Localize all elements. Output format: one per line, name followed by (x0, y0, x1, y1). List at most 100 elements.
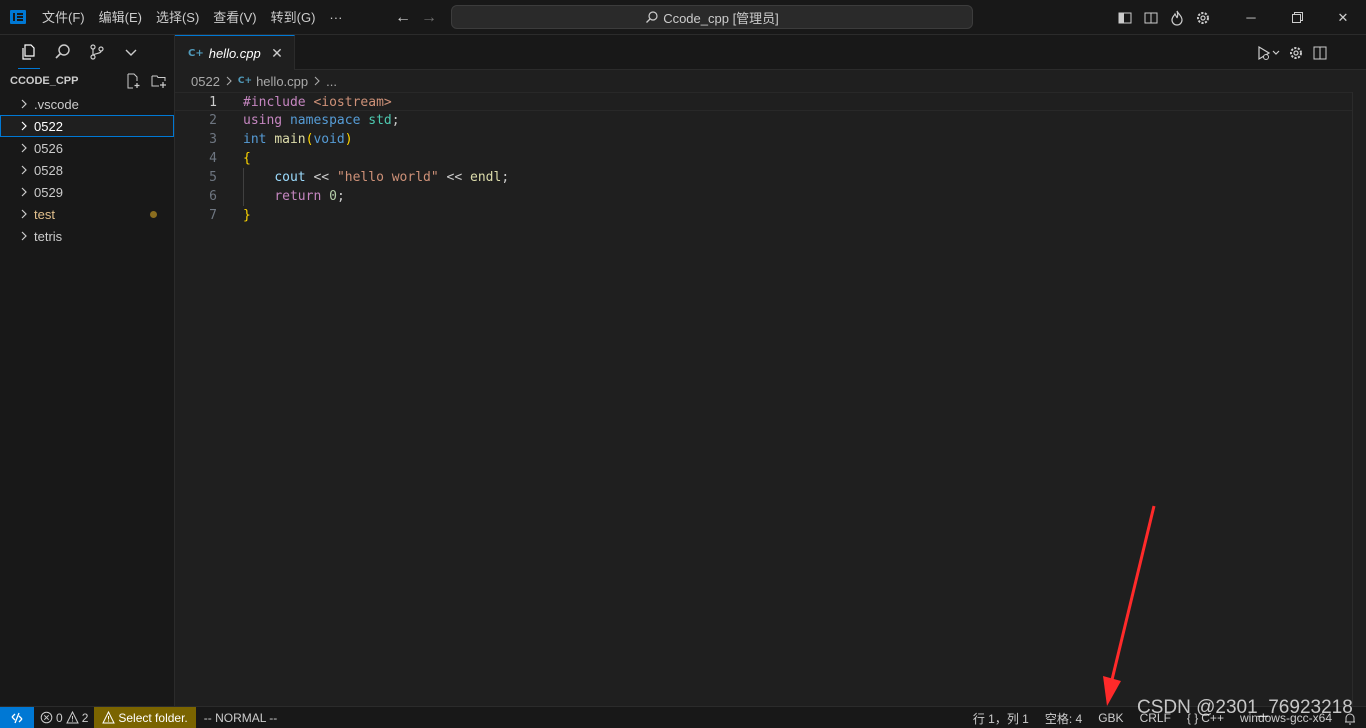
menu-edit[interactable]: 编辑(E) (92, 0, 149, 35)
modified-dot-icon (150, 211, 157, 218)
breadcrumb-symbol[interactable]: ... (326, 74, 337, 89)
tree-item-label: tetris (34, 228, 63, 244)
tree-folder-0528[interactable]: 0528 (0, 159, 174, 181)
encoding-selector[interactable]: GBK (1090, 707, 1131, 728)
code-line: 4 { (175, 149, 1352, 168)
chevron-right-icon (16, 99, 32, 109)
token: } (243, 208, 251, 223)
chevron-right-icon (16, 209, 32, 219)
line-number: 2 (209, 113, 217, 128)
navigation-arrows: ← → (393, 0, 439, 35)
restore-icon[interactable] (1274, 0, 1320, 35)
code-line: 3 int main(void) (175, 130, 1352, 149)
cursor-position[interactable]: 行 1，列 1 (965, 707, 1037, 728)
tab-hello-cpp[interactable]: C+ hello.cpp ✕ (175, 35, 295, 70)
indentation[interactable]: 空格: 4 (1037, 707, 1090, 728)
forward-arrow-icon[interactable]: → (419, 9, 439, 27)
tree-folder-0526[interactable]: 0526 (0, 137, 174, 159)
warning-icon (102, 711, 116, 724)
code-line: 2 using namespace std; (175, 111, 1352, 130)
code-text: cout << "hello world" << endl; (243, 168, 509, 187)
tree-folder-0529[interactable]: 0529 (0, 181, 174, 203)
annotation-arrow-icon (1103, 505, 1156, 706)
workspace-title[interactable]: CCODE_CPP (10, 75, 78, 87)
close-icon[interactable]: ✕ (269, 45, 285, 61)
breadcrumb-file[interactable]: hello.cpp (256, 74, 308, 89)
command-center[interactable]: Ccode_cpp [管理员] (451, 5, 973, 29)
new-folder-icon[interactable] (148, 70, 170, 92)
search-icon[interactable] (52, 35, 74, 69)
chevron-right-icon (16, 121, 32, 131)
problems-indicator[interactable]: 0 2 (34, 707, 94, 728)
breadcrumb-folder[interactable]: 0522 (191, 74, 220, 89)
menu-selection[interactable]: 选择(S) (149, 0, 206, 35)
minimize-icon[interactable]: ─ (1228, 0, 1274, 35)
settings-gear-icon[interactable] (1190, 0, 1216, 35)
token: namespace (289, 113, 361, 128)
breadcrumb: 0522 C+ hello.cpp ... (175, 70, 1366, 92)
vim-mode: -- NORMAL -- (203, 710, 278, 725)
tab-label: hello.cpp (208, 45, 261, 61)
menu-view[interactable]: 查看(V) (206, 0, 263, 35)
token: void (313, 132, 345, 147)
code-text: #include <iostream> (243, 93, 392, 112)
chevron-right-icon (224, 76, 234, 86)
code-text: { (243, 149, 251, 168)
code-text: } (243, 206, 251, 225)
run-debug-icon[interactable] (1256, 42, 1280, 64)
chevron-down-icon[interactable] (120, 35, 142, 69)
token: using (243, 113, 283, 128)
tree-folder-test[interactable]: test (0, 203, 174, 225)
select-folder-button[interactable]: Select folder. (94, 706, 196, 728)
close-window-icon[interactable]: ✕ (1320, 0, 1366, 35)
explorer-files-icon[interactable] (18, 35, 40, 69)
code-editor[interactable]: 1 #include <iostream> 2 using namespace … (175, 92, 1366, 706)
watermark: CSDN @2301_76923218 (1137, 697, 1353, 718)
code-text: return 0; (243, 187, 345, 206)
token: ) (344, 132, 353, 147)
toggle-panel-icon[interactable] (1138, 0, 1164, 35)
flame-icon[interactable] (1164, 0, 1190, 35)
search-icon (646, 11, 658, 23)
source-control-icon[interactable] (86, 35, 108, 69)
explorer-sidebar: CCODE_CPP .vscode 0522 0526 0528 0529 te… (0, 35, 175, 706)
tree-item-label: test (34, 206, 55, 222)
code-line: 5 cout << "hello world" << endl; (175, 168, 1352, 187)
warning-icon (65, 711, 79, 724)
new-file-icon[interactable] (122, 70, 144, 92)
error-icon (40, 711, 53, 724)
activity-bar (0, 35, 174, 69)
code-text: using namespace std; (243, 111, 400, 130)
vertical-scrollbar[interactable] (1352, 92, 1366, 706)
menu-go[interactable]: 转到(G) (264, 0, 323, 35)
cpp-file-icon: C+ (237, 76, 253, 86)
token: 0 (329, 189, 337, 204)
split-editor-icon[interactable] (1312, 42, 1328, 64)
tree-folder-vscode[interactable]: .vscode (0, 93, 174, 115)
toggle-primary-sidebar-icon[interactable] (1112, 0, 1138, 35)
token: << (305, 170, 337, 185)
line-number: 6 (209, 189, 217, 204)
tree-folder-0522[interactable]: 0522 (0, 115, 174, 137)
explorer-header: CCODE_CPP (0, 69, 174, 93)
chevron-right-icon (16, 143, 32, 153)
back-arrow-icon[interactable]: ← (393, 9, 413, 27)
menu-file[interactable]: 文件(F) (35, 0, 92, 35)
token: cout (274, 170, 306, 185)
tree-item-label: .vscode (34, 96, 79, 112)
menu-more[interactable]: ··· (322, 0, 349, 35)
line-number: 5 (209, 170, 217, 185)
code-text: int main(void) (243, 130, 353, 149)
settings-gear-icon[interactable] (1288, 42, 1304, 64)
token: main (274, 132, 306, 147)
tree-item-label: 0522 (34, 118, 63, 134)
tree-item-label: 0529 (34, 184, 63, 200)
token: #include (243, 95, 306, 110)
token: ; (336, 189, 345, 204)
tree-folder-tetris[interactable]: tetris (0, 225, 174, 247)
command-center-label: Ccode_cpp [管理员] (663, 10, 779, 26)
token: int (243, 132, 267, 147)
remote-indicator-icon[interactable] (0, 706, 34, 728)
token: std (368, 113, 392, 128)
token: endl (470, 170, 502, 185)
